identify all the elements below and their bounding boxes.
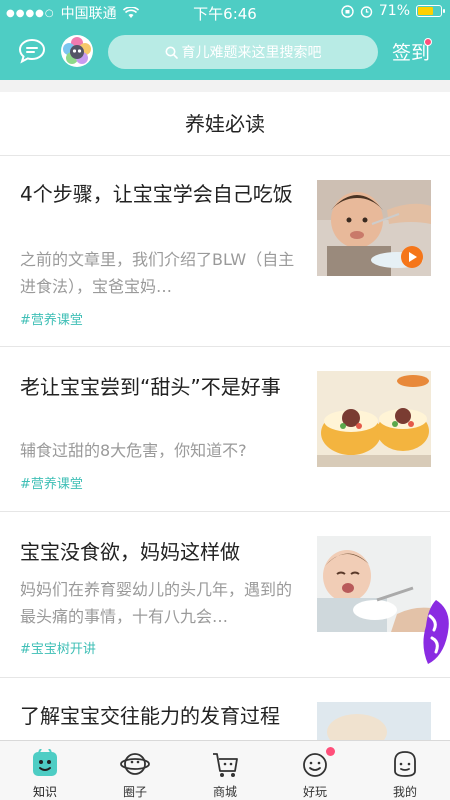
tab-circle[interactable]: 圈子 [90, 741, 180, 800]
play-video-icon[interactable] [401, 246, 423, 268]
nav-bar: 育儿难题来这里搜索吧 签到 [0, 24, 450, 80]
article-card[interactable]: 4个步骤，让宝宝学会自己吃饭 之前的文章里，我们介绍了BLW（自主进食法），宝爸… [0, 156, 450, 347]
article-card[interactable]: 老让宝宝尝到“甜头”不是好事 辅食过甜的8大危害，你知道不? #营养课堂 [0, 347, 450, 512]
battery-percent: 71% [378, 3, 410, 19]
signin-badge [424, 38, 432, 46]
circle-planet-icon [120, 753, 150, 775]
article-thumbnail [317, 536, 431, 632]
alarm-icon [360, 5, 373, 18]
search-placeholder: 育儿难题来这里搜索吧 [181, 45, 322, 61]
tab-label: 好玩 [302, 785, 327, 799]
article-thumbnail [317, 702, 431, 740]
search-bar[interactable]: 育儿难题来这里搜索吧 [108, 35, 378, 69]
tab-label: 知识 [32, 785, 57, 799]
tab-label: 商城 [212, 785, 237, 799]
battery-icon [416, 5, 445, 17]
tab-fun[interactable]: 好玩 [270, 741, 360, 800]
article-tag[interactable]: #营养课堂 [20, 309, 83, 328]
article-thumbnail [317, 371, 431, 467]
article-title: 了解宝宝交往能力的发育过程 [20, 704, 280, 728]
battery-level [418, 7, 433, 15]
baby-photo [317, 702, 431, 740]
chat-bubble-icon[interactable] [18, 38, 46, 64]
sweet-cupcakes-photo [317, 371, 431, 467]
crying-baby-photo [317, 536, 431, 632]
article-desc: 妈妈们在养育婴幼儿的头几年，遇到的最头痛的事情，十有八九会… [20, 580, 293, 626]
status-bar: ●●●●○ 中国联通 下午6:46 71% [0, 0, 450, 24]
profile-face-icon [394, 751, 416, 777]
article-title: 老让宝宝尝到“甜头”不是好事 [20, 375, 281, 399]
article-thumbnail [317, 180, 431, 276]
section-title: 养娃必读 [0, 92, 450, 156]
article-list: 4个步骤，让宝宝学会自己吃饭 之前的文章里，我们介绍了BLW（自主进食法），宝爸… [0, 156, 450, 740]
knowledge-icon [33, 749, 57, 776]
tab-bar: 知识 圈子 商城 好玩 我的 [0, 740, 450, 800]
article-tag[interactable]: #营养课堂 [20, 473, 83, 492]
tab-badge [326, 747, 335, 756]
tab-label: 我的 [392, 785, 417, 799]
article-title: 宝宝没食欲，妈妈这样做 [20, 540, 240, 564]
tab-label: 圈子 [122, 785, 147, 799]
tab-shop[interactable]: 商城 [180, 741, 270, 800]
tab-knowledge[interactable]: 知识 [0, 741, 90, 800]
article-title: 4个步骤，让宝宝学会自己吃饭 [20, 182, 293, 206]
article-card[interactable]: 了解宝宝交往能力的发育过程 [0, 678, 450, 740]
user-avatar-icon[interactable] [60, 34, 94, 68]
article-tag[interactable]: #宝宝树开讲 [20, 638, 96, 657]
article-card[interactable]: 宝宝没食欲，妈妈这样做 妈妈们在养育婴幼儿的头几年，遇到的最头痛的事情，十有八九… [0, 512, 450, 678]
search-icon [165, 46, 178, 59]
rotation-lock-icon [341, 4, 354, 18]
shop-cart-icon [213, 753, 238, 777]
tab-mine[interactable]: 我的 [360, 741, 450, 800]
floating-promo-sticker[interactable] [418, 596, 450, 668]
app-header: ●●●●○ 中国联通 下午6:46 71% 育儿难题来这里搜索吧 签到 [0, 0, 450, 80]
article-desc: 之前的文章里，我们介绍了BLW（自主进食法），宝爸宝妈… [20, 250, 295, 296]
article-desc: 辅食过甜的8大危害，你知道不? [20, 441, 247, 460]
